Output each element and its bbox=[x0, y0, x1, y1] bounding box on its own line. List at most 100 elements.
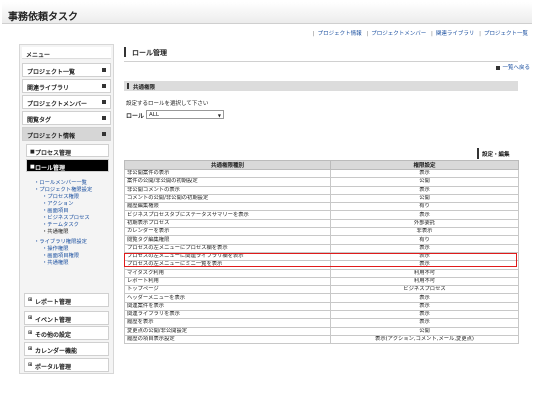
permission-value-cell: 利用不可 bbox=[330, 276, 519, 287]
permission-type-cell: レポート利用 bbox=[124, 276, 331, 287]
square-icon bbox=[102, 84, 106, 88]
permission-type-cell: 履歴を表示 bbox=[124, 318, 331, 328]
table-row: 変更点の公開/非公開設定 公開 bbox=[124, 326, 519, 336]
permission-type-cell: プロセスの左メニューにミニ一覧を表示 bbox=[124, 260, 331, 270]
sidebar-sub-label: ロール管理 bbox=[35, 165, 66, 172]
table-row: 非公開コメントの表示 表示 bbox=[124, 185, 519, 195]
table-row: 非公開案件の表示 表示 bbox=[124, 168, 519, 179]
page-title: ロール管理 bbox=[132, 49, 167, 57]
permission-value-cell: 外部委託 bbox=[330, 218, 519, 229]
table-row: 案件の公開/非公開の初期設定 公開 bbox=[124, 177, 519, 187]
back-to-list-link[interactable]: 一覧へ戻る bbox=[496, 63, 530, 71]
permission-value-cell: ビジネスプロセス bbox=[330, 285, 519, 295]
permission-value-cell: 表示 bbox=[330, 318, 519, 328]
app-header: 事務依頼タスク bbox=[2, 2, 532, 24]
sidebar-item-label: カレンダー機能 bbox=[35, 348, 78, 355]
permission-type-cell: マイタスク利用 bbox=[124, 268, 331, 278]
permission-value-cell: 表示 bbox=[330, 243, 519, 253]
permission-type-cell: ヘッダーメニューを表示 bbox=[124, 293, 331, 303]
sidebar-item-project-info[interactable]: プロジェクト情報 bbox=[22, 127, 111, 141]
square-icon bbox=[496, 65, 501, 70]
section-header: 共通権限 bbox=[124, 81, 518, 91]
permission-type-cell: カレンダーを表示 bbox=[124, 227, 331, 237]
table-row: 閲覧タグ編集権限 有り bbox=[124, 235, 519, 245]
role-label: ロール bbox=[126, 113, 145, 120]
settings-edit-button[interactable]: 設定・編集 bbox=[477, 148, 517, 159]
permission-type-cell: 非公開コメントの表示 bbox=[124, 185, 331, 195]
square-icon bbox=[102, 68, 106, 72]
sidebar-item-label: 関連ライブラリ bbox=[27, 85, 70, 92]
tree-link-library-common-permissions[interactable]: ・共通権限 bbox=[42, 258, 69, 266]
permission-value-cell: 表示(アクション,コメント,メール,変更点) bbox=[330, 334, 519, 345]
top-link-project-list[interactable]: プロジェクト一覧 bbox=[484, 31, 528, 37]
role-instruction: 設定するロールを選択して下さい bbox=[126, 101, 209, 107]
back-link-label: 一覧へ戻る bbox=[502, 65, 530, 71]
sidebar-item-label: イベント管理 bbox=[35, 317, 72, 324]
table-row: ビジネスプロセスタブにステータスサマリーを表示 表示 bbox=[124, 210, 519, 220]
permission-type-cell: 関連ライブラリを表示 bbox=[124, 310, 331, 320]
table-row: 初期表示プロセス 外部委託 bbox=[124, 218, 519, 229]
sidebar-item-calendar[interactable]: ⊞ カレンダー機能 bbox=[24, 342, 109, 356]
table-row: コメントの公開/非公開の初期設定 公開 bbox=[124, 193, 519, 204]
sidebar: メニュー プロジェクト一覧 関連ライブラリ プロジェクトメンバー 閲覧タグ プロ… bbox=[19, 44, 114, 374]
sidebar-item-report-management[interactable]: ⊞ レポート管理 bbox=[24, 293, 109, 307]
sidebar-sub-process-management[interactable]: ■ プロセス管理 bbox=[26, 144, 109, 157]
sidebar-menu-header: メニュー bbox=[22, 47, 111, 59]
table-row: ヘッダーメニューを表示 表示 bbox=[124, 293, 519, 303]
plus-icon: ⊞ bbox=[28, 297, 33, 303]
permission-type-cell: 初期表示プロセス bbox=[124, 218, 331, 229]
square-icon bbox=[102, 132, 106, 136]
permission-value-cell: 表示 bbox=[330, 310, 519, 320]
sidebar-item-project-members[interactable]: プロジェクトメンバー bbox=[22, 95, 111, 109]
sidebar-item-other-settings[interactable]: ⊞ その他の設定 bbox=[24, 326, 109, 340]
top-link-project-info[interactable]: プロジェクト情報 bbox=[318, 31, 362, 37]
permission-type-cell: 履歴編集権限 bbox=[124, 202, 331, 212]
table-row: 履歴を表示 表示 bbox=[124, 318, 519, 328]
permission-value-cell: 表示 bbox=[330, 301, 519, 312]
sidebar-item-related-library[interactable]: 関連ライブラリ bbox=[22, 79, 111, 93]
table-row: プロセスの左メニューにプロセス欄を表示 表示 bbox=[124, 243, 519, 253]
sidebar-sub-label: プロセス管理 bbox=[35, 150, 72, 157]
top-link-related-library[interactable]: 関連ライブラリ bbox=[436, 31, 475, 37]
permission-type-cell: トップページ bbox=[124, 285, 331, 295]
app-title: 事務依頼タスク bbox=[8, 12, 78, 23]
permission-value-cell: 利用不可 bbox=[330, 268, 519, 278]
role-select-value: ALL bbox=[149, 112, 159, 118]
plus-icon: ⊞ bbox=[28, 346, 33, 352]
sidebar-item-label: レポート管理 bbox=[35, 299, 72, 306]
sidebar-sub-role-management[interactable]: ■ ロール管理 bbox=[26, 159, 109, 172]
tree-item-label: ・共通権限 bbox=[42, 229, 69, 235]
square-icon bbox=[102, 100, 106, 104]
table-row: プロセスの左メニューに関連ライブラリ欄を表示 表示 bbox=[124, 251, 519, 262]
square-bullet-icon: ■ bbox=[30, 149, 35, 155]
role-select[interactable]: ALL ▼ bbox=[146, 110, 224, 119]
sidebar-item-project-list[interactable]: プロジェクト一覧 bbox=[22, 63, 111, 77]
top-link-project-members[interactable]: プロジェクトメンバー bbox=[371, 31, 426, 37]
table-row: 関連案件を表示 表示 bbox=[124, 301, 519, 312]
permission-type-cell: ビジネスプロセスタブにステータスサマリーを表示 bbox=[124, 210, 331, 220]
permission-value-cell: 表示 bbox=[330, 210, 519, 220]
permission-value-cell: 非表示 bbox=[330, 227, 519, 237]
permission-value-cell: 公開 bbox=[330, 177, 519, 187]
sidebar-item-label: 閲覧タグ bbox=[27, 117, 52, 124]
permission-value-cell: 表示 bbox=[330, 185, 519, 195]
plus-icon: ⊞ bbox=[28, 330, 33, 336]
sidebar-item-event-management[interactable]: ⊞ イベント管理 bbox=[24, 311, 109, 325]
permission-value-cell: 公開 bbox=[330, 193, 519, 204]
column-header-permission-type: 共通権限種別 bbox=[124, 160, 331, 170]
permission-type-cell: プロセスの左メニューに関連ライブラリ欄を表示 bbox=[124, 251, 331, 262]
sidebar-item-view-tags[interactable]: 閲覧タグ bbox=[22, 111, 111, 125]
sidebar-item-label: ポータル管理 bbox=[35, 364, 72, 371]
permission-value-cell: 表示 bbox=[330, 260, 519, 270]
permission-type-cell: 変更点の公開/非公開設定 bbox=[124, 326, 331, 336]
sidebar-item-portal-management[interactable]: ⊞ ポータル管理 bbox=[24, 358, 109, 372]
permission-type-cell: プロセスの左メニューにプロセス欄を表示 bbox=[124, 243, 331, 253]
square-bullet-icon: ■ bbox=[30, 164, 35, 170]
permission-type-cell: 履歴の項目表示設定 bbox=[124, 334, 331, 345]
permissions-table: 共通権限種別 権限設定 非公開案件の表示 表示 案件の公開/非公開の初期設定 公開 非公… bbox=[124, 160, 519, 345]
permission-type-cell: コメントの公開/非公開の初期設定 bbox=[124, 193, 331, 204]
table-row: 関連ライブラリを表示 表示 bbox=[124, 310, 519, 320]
section-title: 共通権限 bbox=[133, 85, 156, 91]
table-row: マイタスク利用 利用不可 bbox=[124, 268, 519, 278]
page-title-bar: ロール管理 bbox=[124, 44, 518, 62]
